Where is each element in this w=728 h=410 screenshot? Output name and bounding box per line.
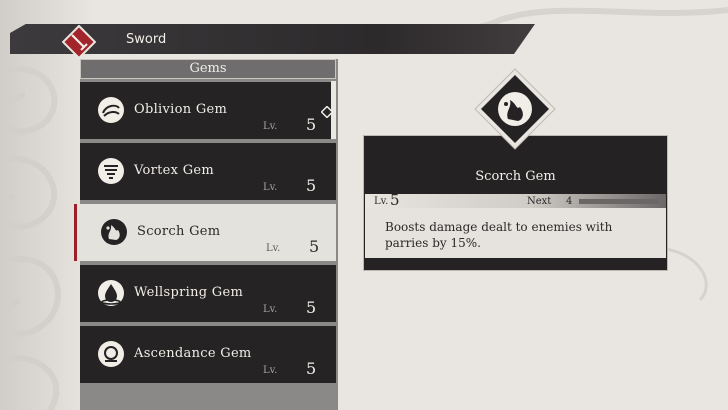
weapon-title: Sword [126,32,167,47]
sword-icon [62,25,96,59]
oblivion-gem-icon [98,97,124,123]
wellspring-gem-icon [98,280,124,306]
gem-name: Vortex Gem [134,163,215,178]
gem-level: 5 [306,298,317,317]
vortex-gem-icon [98,158,124,184]
ascendance-gem-icon [98,341,124,367]
gem-row-ascendance[interactable]: Ascendance Gem Lv. 5 [80,326,336,383]
cursor-diamond-icon [321,106,333,118]
scorch-gem-icon [101,219,127,245]
gem-row-scorch[interactable]: Scorch Gem Lv. 5 [74,204,336,261]
gem-row-vortex[interactable]: Vortex Gem Lv. 5 [80,143,336,200]
gem-lv-label: Lv. [266,243,281,254]
gem-level: 5 [309,237,320,256]
gem-level: 5 [306,359,317,378]
gem-lv-label: Lv. [263,365,278,376]
gem-name: Scorch Gem [137,224,221,239]
gem-lv-label: Lv. [263,121,278,132]
gem-list-title: Gems [80,59,336,79]
detail-next-value: 4 [566,196,573,207]
detail-gem-name: Scorch Gem [475,169,556,184]
gem-level: 5 [306,115,317,134]
gem-name: Ascendance Gem [134,346,252,361]
gem-row-wellspring[interactable]: Wellspring Gem Lv. 5 [80,265,336,322]
detail-lv-label: Lv. [374,196,389,207]
detail-description: Boosts damage dealt to enemies with parr… [385,220,613,250]
scorch-gem-icon [474,68,556,150]
gem-name: Wellspring Gem [134,285,244,300]
detail-next-label: Next [527,196,552,207]
gem-row-oblivion[interactable]: Oblivion Gem Lv. 5 [80,82,336,139]
gem-lv-label: Lv. [263,182,278,193]
gem-level: 5 [306,176,317,195]
exp-progress-bar [579,199,659,204]
gem-lv-label: Lv. [263,304,278,315]
gem-name: Oblivion Gem [134,102,228,117]
detail-level: 5 [390,191,400,209]
